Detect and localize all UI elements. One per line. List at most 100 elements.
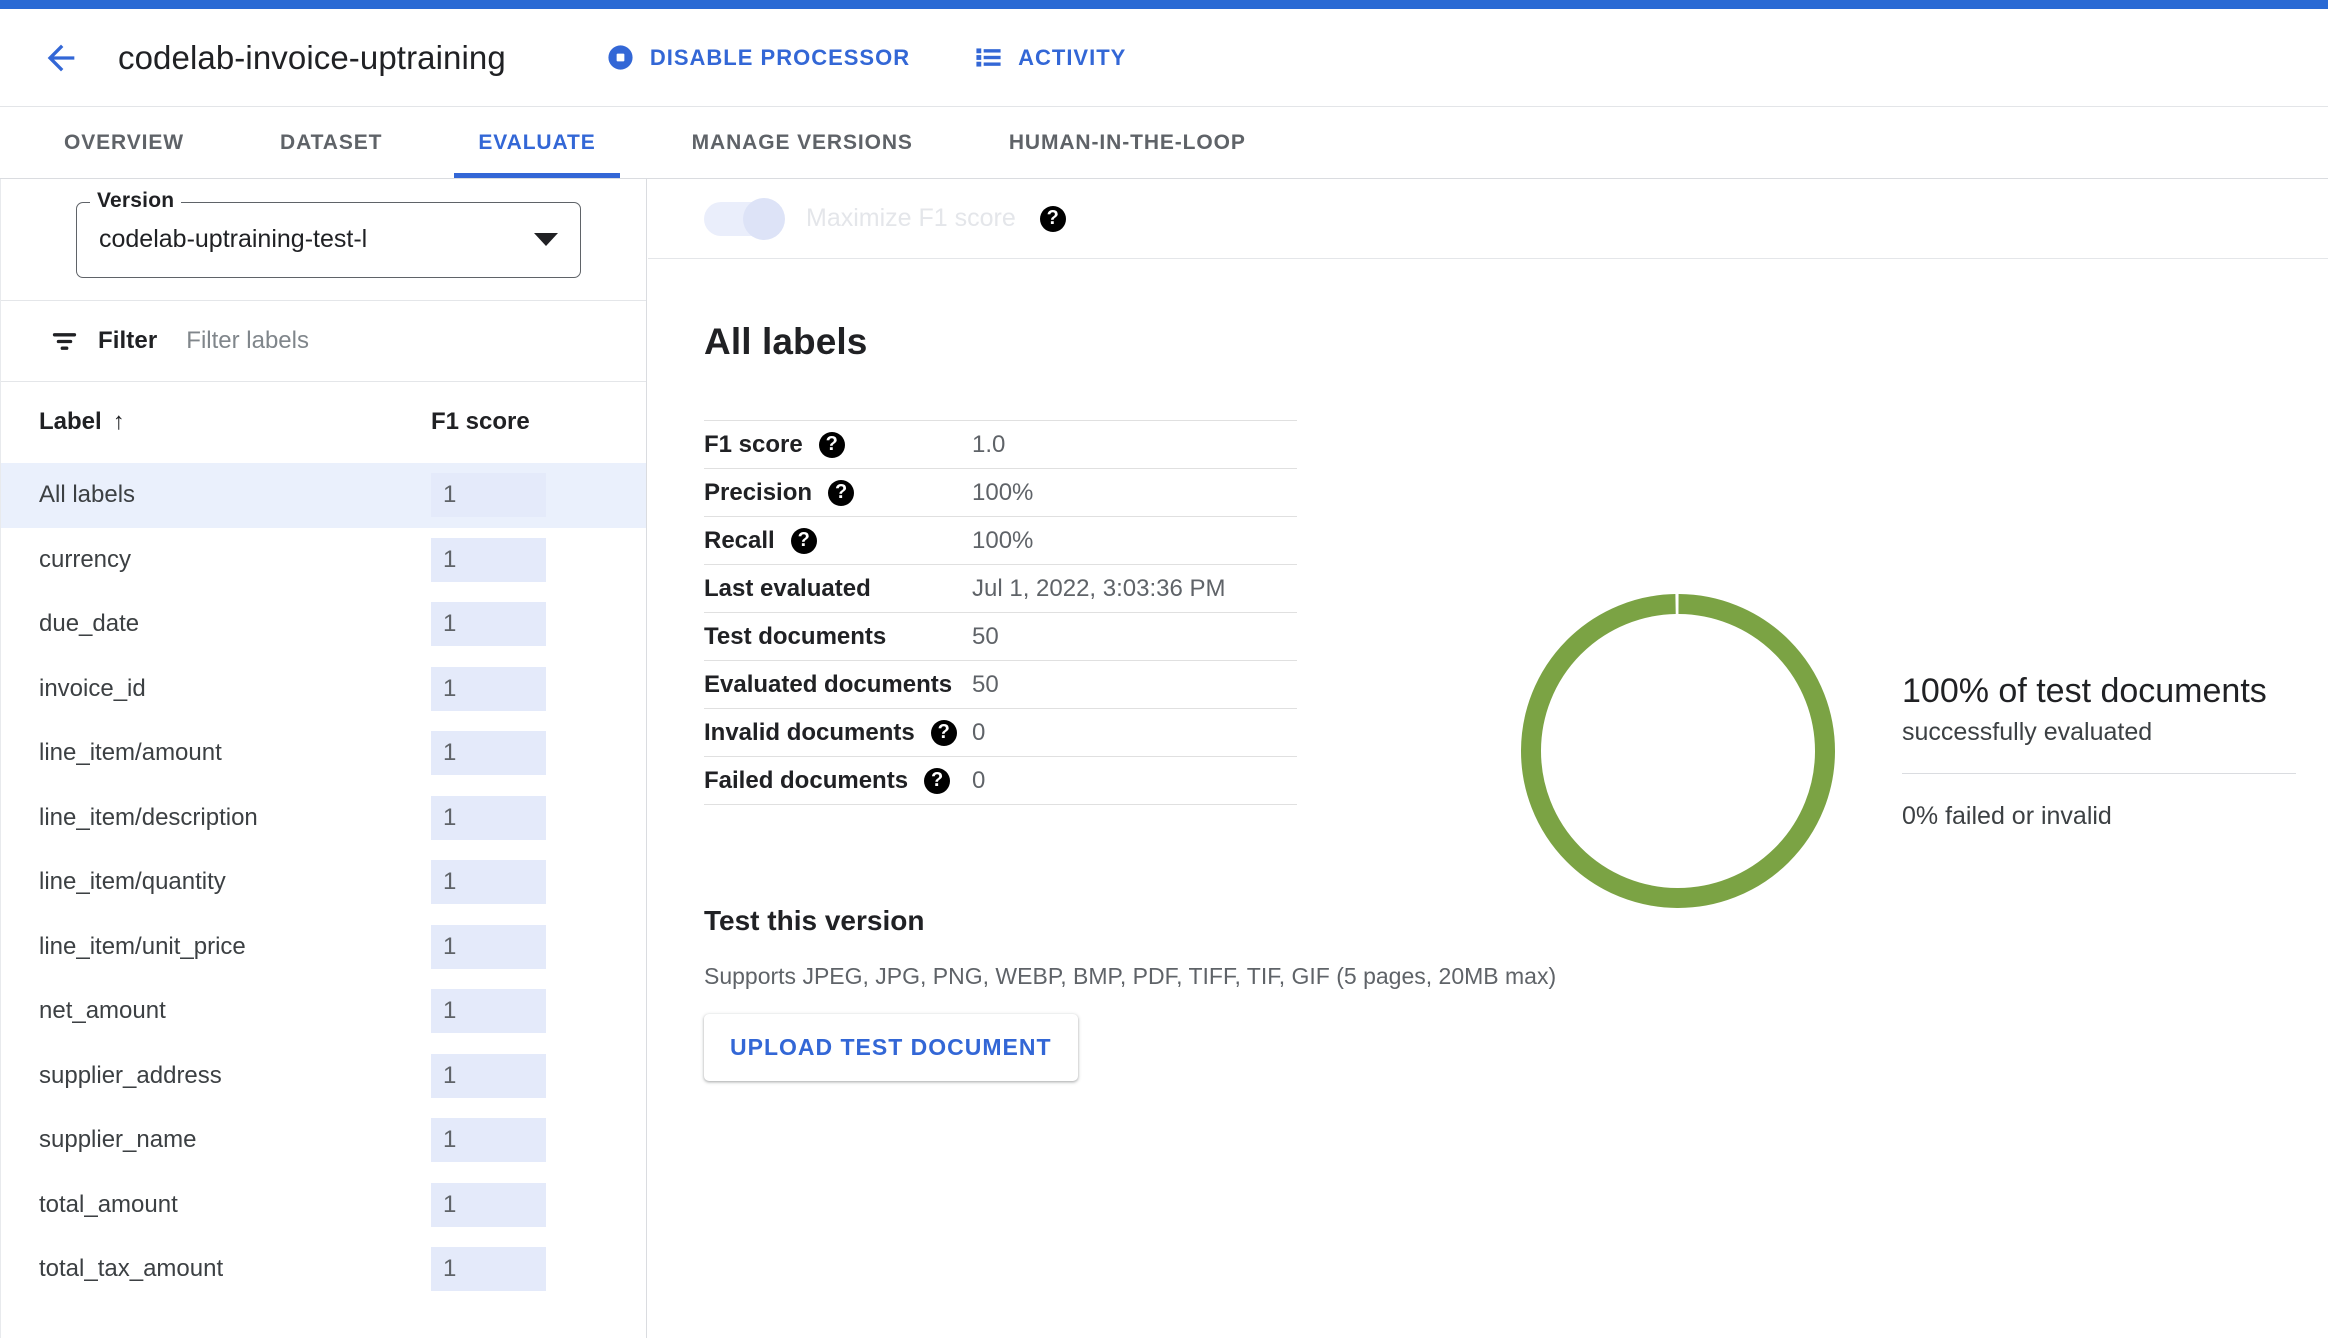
label-score-cell: 1: [431, 925, 606, 969]
metric-key: Evaluated documents: [704, 671, 972, 699]
f1-score-chip: 1: [431, 667, 546, 711]
label-name: total_tax_amount: [39, 1255, 223, 1283]
table-row[interactable]: line_item/quantity1: [1, 850, 646, 915]
stop-circle-icon: [606, 43, 635, 72]
column-header-f1-score: F1 score: [431, 408, 606, 436]
tab-evaluate[interactable]: EVALUATE: [454, 107, 619, 178]
table-row[interactable]: currency1: [1, 528, 646, 593]
label-name: line_item/unit_price: [39, 933, 246, 961]
label-name: invoice_id: [39, 675, 146, 703]
column-header-label[interactable]: Label ↑: [39, 408, 125, 436]
version-select-legend: Version: [90, 189, 181, 213]
maximize-f1-label: Maximize F1 score: [806, 204, 1016, 233]
metric-row: Test documents 50: [704, 613, 1297, 661]
version-select-box[interactable]: codelab-uptraining-test-l: [76, 202, 581, 278]
label-score-cell: 1: [431, 1118, 606, 1162]
metric-key-text: Evaluated documents: [704, 671, 952, 699]
tab-manage-versions[interactable]: MANAGE VERSIONS: [668, 107, 937, 178]
label-name: line_item/amount: [39, 739, 222, 767]
disable-processor-button[interactable]: DISABLE PROCESSOR: [606, 43, 910, 72]
back-button[interactable]: [38, 35, 84, 81]
metric-value: 50: [972, 671, 999, 699]
table-row[interactable]: net_amount 1: [1, 979, 646, 1044]
metric-key: Precision?: [704, 479, 972, 507]
help-icon[interactable]: ?: [791, 528, 817, 554]
f1-score-chip: 1: [431, 1183, 546, 1227]
label-name: supplier_name: [39, 1126, 196, 1154]
activity-button[interactable]: ACTIVITY: [974, 43, 1126, 72]
table-row[interactable]: total_amount1: [1, 1173, 646, 1238]
labels-list: All labels 1 currency1 due_date 1 invoice_id 1…: [1, 463, 646, 1302]
metric-key-text: Test documents: [704, 623, 886, 651]
f1-score-chip: 1: [431, 1247, 546, 1291]
f1-score-chip: 1: [431, 473, 546, 517]
table-row[interactable]: supplier_address1: [1, 1044, 646, 1109]
back-arrow-icon: [41, 38, 81, 78]
metric-row: Failed documents?0: [704, 757, 1297, 805]
test-version-subtitle: Supports JPEG, JPG, PNG, WEBP, BMP, PDF,…: [704, 963, 2328, 990]
tab-human-in-the-loop[interactable]: HUMAN-IN-THE-LOOP: [985, 107, 1270, 178]
version-select[interactable]: codelab-uptraining-test-l Version: [76, 202, 581, 278]
metric-value: 50: [972, 623, 999, 651]
table-row[interactable]: total_tax_amount 1: [1, 1237, 646, 1302]
app-root: codelab-invoice-uptraining DISABLE PROCE…: [0, 0, 2328, 1338]
help-icon[interactable]: ?: [931, 720, 957, 746]
metric-row: Last evaluatedJul 1, 2022, 3:03:36 PM: [704, 565, 1297, 613]
help-icon[interactable]: ?: [924, 768, 950, 794]
label-score-cell: 1: [431, 989, 606, 1033]
filter-bar: Filter: [1, 301, 646, 382]
labels-sidebar: codelab-uptraining-test-l Version Filter…: [0, 179, 647, 1338]
version-select-value: codelab-uptraining-test-l: [99, 225, 524, 254]
metric-row: Invalid documents?0: [704, 709, 1297, 757]
metric-value: 100%: [972, 479, 1033, 507]
disable-processor-label: DISABLE PROCESSOR: [650, 45, 910, 71]
tab-dataset[interactable]: DATASET: [256, 107, 406, 178]
maximize-f1-toggle[interactable]: [704, 198, 782, 240]
tab-overview[interactable]: OVERVIEW: [40, 107, 208, 178]
f1-score-chip: 1: [431, 602, 546, 646]
metric-row: F1 score?1.0: [704, 421, 1297, 469]
help-icon[interactable]: ?: [828, 480, 854, 506]
f1-score-chip: 1: [431, 860, 546, 904]
label-score-cell: 1: [431, 473, 606, 517]
metric-key-text: Invalid documents: [704, 719, 915, 747]
labels-table-header: Label ↑ F1 score: [1, 382, 646, 463]
table-row[interactable]: supplier_name 1: [1, 1108, 646, 1173]
table-row[interactable]: line_item/amount1: [1, 721, 646, 786]
label-name: net_amount: [39, 997, 166, 1025]
filter-label: Filter: [98, 327, 157, 355]
metric-key-text: Failed documents: [704, 767, 908, 795]
f1-score-chip: 1: [431, 796, 546, 840]
filter-labels-input[interactable]: [184, 326, 584, 356]
donut-divider: [1902, 773, 2296, 774]
donut-success-arc: [1530, 603, 1826, 899]
table-row[interactable]: All labels 1: [1, 463, 646, 528]
metric-key-text: F1 score: [704, 431, 803, 459]
help-icon[interactable]: ?: [1040, 206, 1066, 232]
label-score-cell: 1: [431, 1183, 606, 1227]
table-row[interactable]: due_date 1: [1, 592, 646, 657]
label-name: All labels: [39, 481, 135, 509]
table-row[interactable]: line_item/description 1: [1, 786, 646, 851]
toggle-knob: [743, 198, 785, 240]
table-row[interactable]: line_item/unit_price 1: [1, 915, 646, 980]
metrics-table: F1 score?1.0Precision?100%Recall?100%Las…: [704, 420, 1297, 805]
metric-value: 1.0: [972, 431, 1005, 459]
metric-value: Jul 1, 2022, 3:03:36 PM: [972, 575, 1226, 603]
f1-score-chip: 1: [431, 925, 546, 969]
label-name: due_date: [39, 610, 139, 638]
label-name: line_item/description: [39, 804, 258, 832]
label-score-cell: 1: [431, 667, 606, 711]
label-score-cell: 1: [431, 1054, 606, 1098]
test-version-section: Test this version Supports JPEG, JPG, PN…: [704, 905, 2328, 1081]
metric-key: F1 score?: [704, 431, 972, 459]
metric-key: Test documents: [704, 623, 972, 651]
page-header: codelab-invoice-uptraining DISABLE PROCE…: [0, 9, 2328, 107]
top-accent-bar: [0, 0, 2328, 9]
page-title: codelab-invoice-uptraining: [118, 39, 506, 77]
help-icon[interactable]: ?: [819, 432, 845, 458]
metric-key-text: Precision: [704, 479, 812, 507]
table-row[interactable]: invoice_id 1: [1, 657, 646, 722]
upload-test-document-button[interactable]: UPLOAD TEST DOCUMENT: [704, 1014, 1078, 1081]
metric-key: Recall?: [704, 527, 972, 555]
